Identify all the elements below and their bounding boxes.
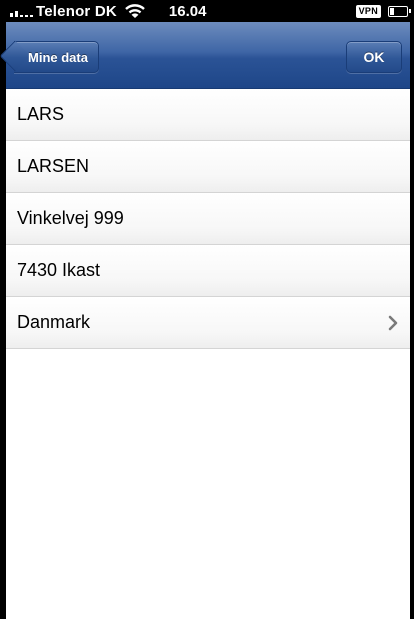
screen-edge-right <box>410 0 414 619</box>
list-item-first-name[interactable]: LARS <box>6 89 410 141</box>
status-bar: Telenor DK 16.04 VPN <box>6 0 411 22</box>
screen: Telenor DK 16.04 VPN Mine data OK LARS L… <box>0 0 414 619</box>
chevron-right-icon <box>388 315 398 331</box>
list-item-country[interactable]: Danmark <box>6 297 410 349</box>
list-item-postal-city[interactable]: 7430 Ikast <box>6 245 410 297</box>
wifi-icon <box>125 3 145 19</box>
vpn-badge: VPN <box>355 4 381 18</box>
list-item-value: LARS <box>17 104 65 124</box>
list-item-value: LARSEN <box>17 156 90 176</box>
list-item-value: 7430 Ikast <box>17 260 101 280</box>
list-item-last-name[interactable]: LARSEN <box>6 141 410 193</box>
navigation-bar: Mine data OK <box>6 22 410 89</box>
ok-button[interactable]: OK <box>346 41 402 73</box>
back-button[interactable]: Mine data <box>14 41 99 73</box>
list-item-street[interactable]: Vinkelvej 999 <box>6 193 410 245</box>
data-list: LARS LARSEN Vinkelvej 999 7430 Ikast Dan… <box>6 89 410 349</box>
signal-icon <box>10 5 33 17</box>
back-button-label: Mine data <box>28 49 88 65</box>
list-item-value: Danmark <box>17 312 91 332</box>
battery-icon <box>388 5 411 17</box>
status-time: 16.04 <box>168 2 207 20</box>
carrier-name: Telenor DK <box>36 2 117 20</box>
list-item-value: Vinkelvej 999 <box>17 208 124 228</box>
